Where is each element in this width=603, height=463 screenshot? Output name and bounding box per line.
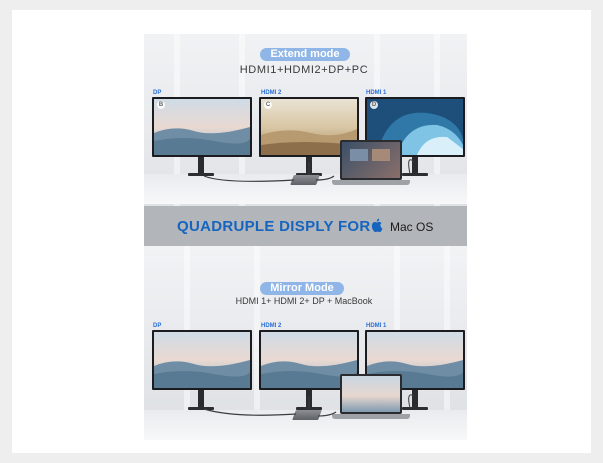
banner-os-label: Mac OS	[390, 220, 434, 234]
banner-title: QUADRUPLE DISPLY FOR	[177, 218, 371, 235]
product-image: Extend mode HDMI1+HDMI2+DP+PC DP HDMI 2 …	[144, 34, 467, 440]
extend-cables	[203, 159, 415, 182]
title-banner: QUADRUPLE DISPLY FOR Mac OS	[144, 206, 467, 246]
mirror-cables	[203, 394, 415, 417]
apple-logo-icon	[371, 218, 383, 233]
